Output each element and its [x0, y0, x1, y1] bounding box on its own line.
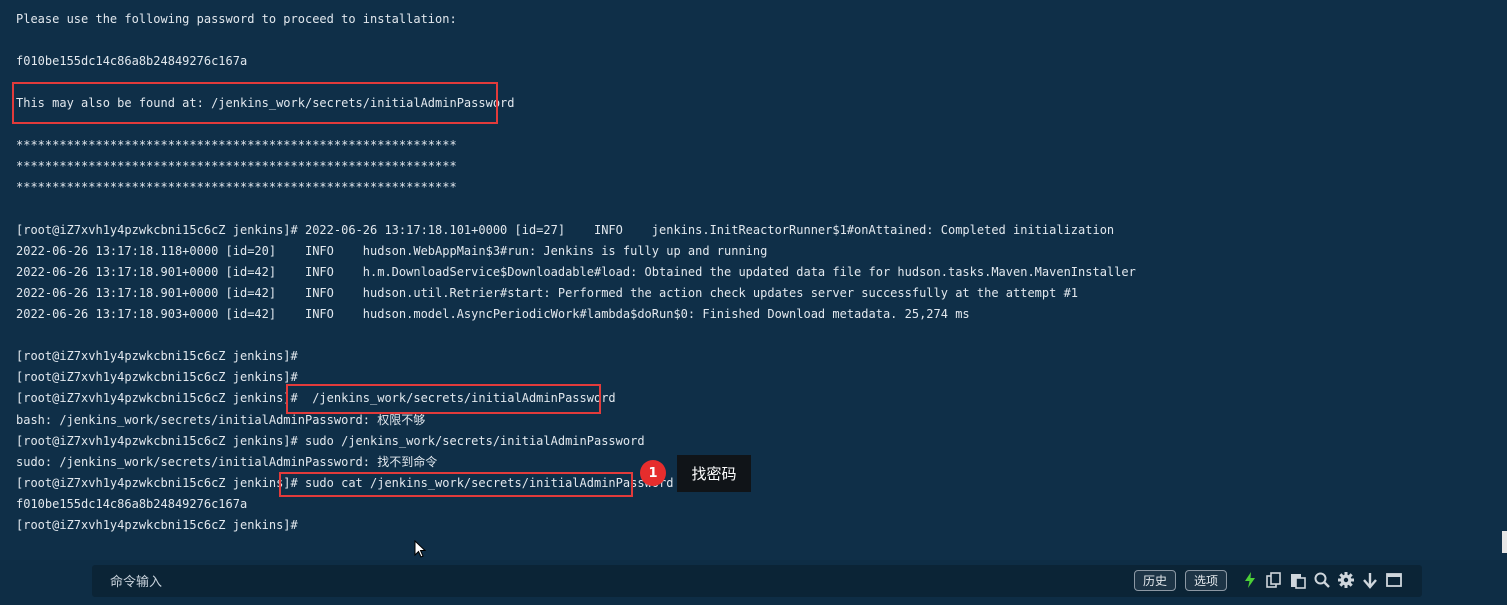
- step-badge: 1: [640, 460, 666, 486]
- command-bar: 历史 选项: [92, 565, 1422, 597]
- terminal-line: [root@iZ7xvh1y4pzwkcbni15c6cZ jenkins]# …: [16, 223, 1115, 237]
- terminal-line: f010be155dc14c86a8b24849276c167a: [16, 54, 248, 68]
- paste-icon[interactable]: [1289, 571, 1307, 589]
- terminal-line: sudo: /jenkins_work/secrets/initialAdmin…: [16, 455, 438, 469]
- terminal-line: bash: /jenkins_work/secrets/initialAdmin…: [16, 413, 426, 427]
- highlight-box-run-command: [286, 384, 601, 414]
- terminal-line: ****************************************…: [16, 138, 457, 152]
- history-button[interactable]: 历史: [1134, 570, 1177, 591]
- scrollbar-marker[interactable]: [1502, 531, 1507, 553]
- terminal-line: [root@iZ7xvh1y4pzwkcbni15c6cZ jenkins]# …: [16, 434, 645, 448]
- highlight-box-password-path: [12, 82, 498, 124]
- terminal-line: 2022-06-26 13:17:18.901+0000 [id=42] INF…: [16, 286, 1079, 300]
- terminal-line: [root@iZ7xvh1y4pzwkcbni15c6cZ jenkins]#: [16, 370, 298, 384]
- copy-icon[interactable]: [1265, 571, 1283, 589]
- arrow-down-icon[interactable]: [1361, 571, 1379, 589]
- terminal-line: ****************************************…: [16, 180, 457, 194]
- terminal-line: 2022-06-26 13:17:18.903+0000 [id=42] INF…: [16, 307, 970, 321]
- options-button[interactable]: 选项: [1185, 570, 1228, 591]
- window-icon[interactable]: [1385, 571, 1403, 589]
- highlight-box-cat-command: [279, 472, 633, 497]
- terminal-line: 2022-06-26 13:17:18.901+0000 [id=42] INF…: [16, 265, 1136, 279]
- terminal-line: f010be155dc14c86a8b24849276c167a: [16, 497, 248, 511]
- terminal-line: ****************************************…: [16, 159, 457, 173]
- gear-icon[interactable]: [1337, 571, 1355, 589]
- step-tooltip: 找密码: [677, 455, 751, 492]
- mouse-cursor-icon: [414, 540, 426, 558]
- terminal-line: Please use the following password to pro…: [16, 12, 457, 26]
- terminal-line: [root@iZ7xvh1y4pzwkcbni15c6cZ jenkins]#: [16, 518, 298, 532]
- terminal-output[interactable]: Please use the following password to pro…: [0, 0, 1507, 560]
- command-input[interactable]: [108, 571, 1012, 593]
- terminal-line: 2022-06-26 13:17:18.118+0000 [id=20] INF…: [16, 244, 768, 258]
- lightning-icon[interactable]: [1241, 571, 1259, 589]
- search-icon[interactable]: [1313, 571, 1331, 589]
- terminal-line: [root@iZ7xvh1y4pzwkcbni15c6cZ jenkins]#: [16, 349, 298, 363]
